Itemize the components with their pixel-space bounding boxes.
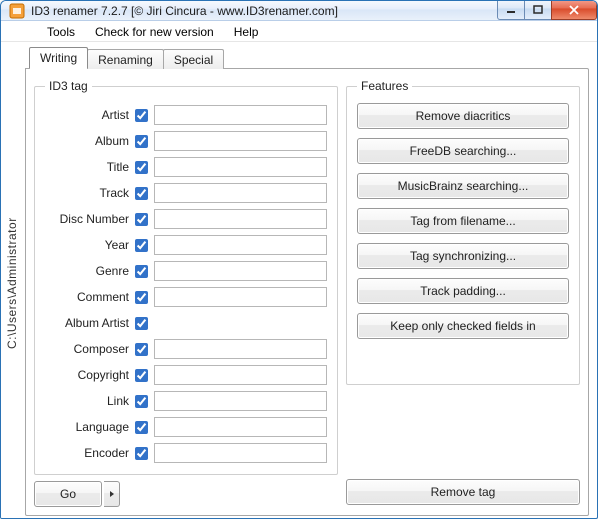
check-genre[interactable] [135,265,148,278]
minimize-button[interactable] [497,0,525,20]
row-genre: Genre [45,259,327,283]
close-button[interactable] [551,0,597,20]
label-encoder: Encoder [45,446,135,460]
path-sidebar[interactable]: C:\Users\Administrator [1,42,23,519]
label-language: Language [45,420,135,434]
btn-remove-diacritics[interactable]: Remove diacritics [357,103,569,129]
menubar: Tools Check for new version Help [1,21,597,42]
row-artist: Artist [45,103,327,127]
label-album-artist: Album Artist [45,316,135,330]
input-track[interactable] [154,183,327,203]
check-title[interactable] [135,161,148,174]
check-encoder[interactable] [135,447,148,460]
row-composer: Composer [45,337,327,361]
row-title: Title [45,155,327,179]
label-album: Album [45,134,135,148]
check-copyright[interactable] [135,369,148,382]
go-button-row: Go [34,481,338,507]
label-track: Track [45,186,135,200]
menu-help[interactable]: Help [224,23,269,41]
row-album-artist: Album Artist [45,311,327,335]
label-composer: Composer [45,342,135,356]
input-title[interactable] [154,157,327,177]
input-album[interactable] [154,131,327,151]
tabs: Writing Renaming Special [29,46,589,68]
check-comment[interactable] [135,291,148,304]
input-language[interactable] [154,417,327,437]
label-copyright: Copyright [45,368,135,382]
row-encoder: Encoder [45,441,327,465]
window-title: ID3 renamer 7.2.7 [© Jiri Cincura - www.… [31,4,498,18]
app-icon [9,3,25,19]
label-artist: Artist [45,108,135,122]
group-id3tag-legend: ID3 tag [45,79,92,93]
check-link[interactable] [135,395,148,408]
label-year: Year [45,238,135,252]
input-comment[interactable] [154,287,327,307]
input-year[interactable] [154,235,327,255]
app-window: ID3 renamer 7.2.7 [© Jiri Cincura - www.… [0,0,598,519]
remove-tag-row: Remove tag [346,479,580,505]
row-track: Track [45,181,327,205]
btn-musicbrainz[interactable]: MusicBrainz searching... [357,173,569,199]
input-artist[interactable] [154,105,327,125]
check-disc-number[interactable] [135,213,148,226]
check-album-artist[interactable] [135,317,148,330]
group-id3tag: ID3 tag Artist Album [34,79,338,475]
menu-tools[interactable]: Tools [37,23,85,41]
row-copyright: Copyright [45,363,327,387]
input-encoder[interactable] [154,443,327,463]
label-title: Title [45,160,135,174]
input-composer[interactable] [154,339,327,359]
btn-tag-sync[interactable]: Tag synchronizing... [357,243,569,269]
tab-special[interactable]: Special [163,49,224,69]
label-genre: Genre [45,264,135,278]
check-composer[interactable] [135,343,148,356]
menu-check-version[interactable]: Check for new version [85,23,224,41]
btn-track-padding[interactable]: Track padding... [357,278,569,304]
input-copyright[interactable] [154,365,327,385]
remove-tag-button[interactable]: Remove tag [346,479,580,505]
btn-freedb[interactable]: FreeDB searching... [357,138,569,164]
go-button-dropdown[interactable] [104,481,120,507]
group-features-legend: Features [357,79,412,93]
left-column: ID3 tag Artist Album [34,79,338,505]
right-column: Features Remove diacritics FreeDB search… [346,79,580,505]
check-artist[interactable] [135,109,148,122]
input-genre[interactable] [154,261,327,281]
row-disc-number: Disc Number [45,207,327,231]
maximize-button[interactable] [524,0,552,20]
label-comment: Comment [45,290,135,304]
check-album[interactable] [135,135,148,148]
row-language: Language [45,415,327,439]
btn-keep-checked[interactable]: Keep only checked fields in [357,313,569,339]
check-language[interactable] [135,421,148,434]
tab-writing[interactable]: Writing [29,47,88,68]
row-comment: Comment [45,285,327,309]
row-year: Year [45,233,327,257]
label-link: Link [45,394,135,408]
row-album: Album [45,129,327,153]
input-link[interactable] [154,391,327,411]
group-features: Features Remove diacritics FreeDB search… [346,79,580,385]
window-buttons [498,0,597,20]
check-track[interactable] [135,187,148,200]
content-area: C:\Users\Administrator Writing Renaming … [1,42,597,519]
btn-tag-from-filename[interactable]: Tag from filename... [357,208,569,234]
main-panel: Writing Renaming Special ID3 tag Artist [23,42,597,519]
tab-renaming[interactable]: Renaming [87,49,164,69]
tab-panel-writing: ID3 tag Artist Album [25,68,589,516]
row-link: Link [45,389,327,413]
check-year[interactable] [135,239,148,252]
input-disc-number[interactable] [154,209,327,229]
titlebar: ID3 renamer 7.2.7 [© Jiri Cincura - www.… [1,1,597,21]
go-button[interactable]: Go [34,481,102,507]
label-disc-number: Disc Number [45,212,135,226]
